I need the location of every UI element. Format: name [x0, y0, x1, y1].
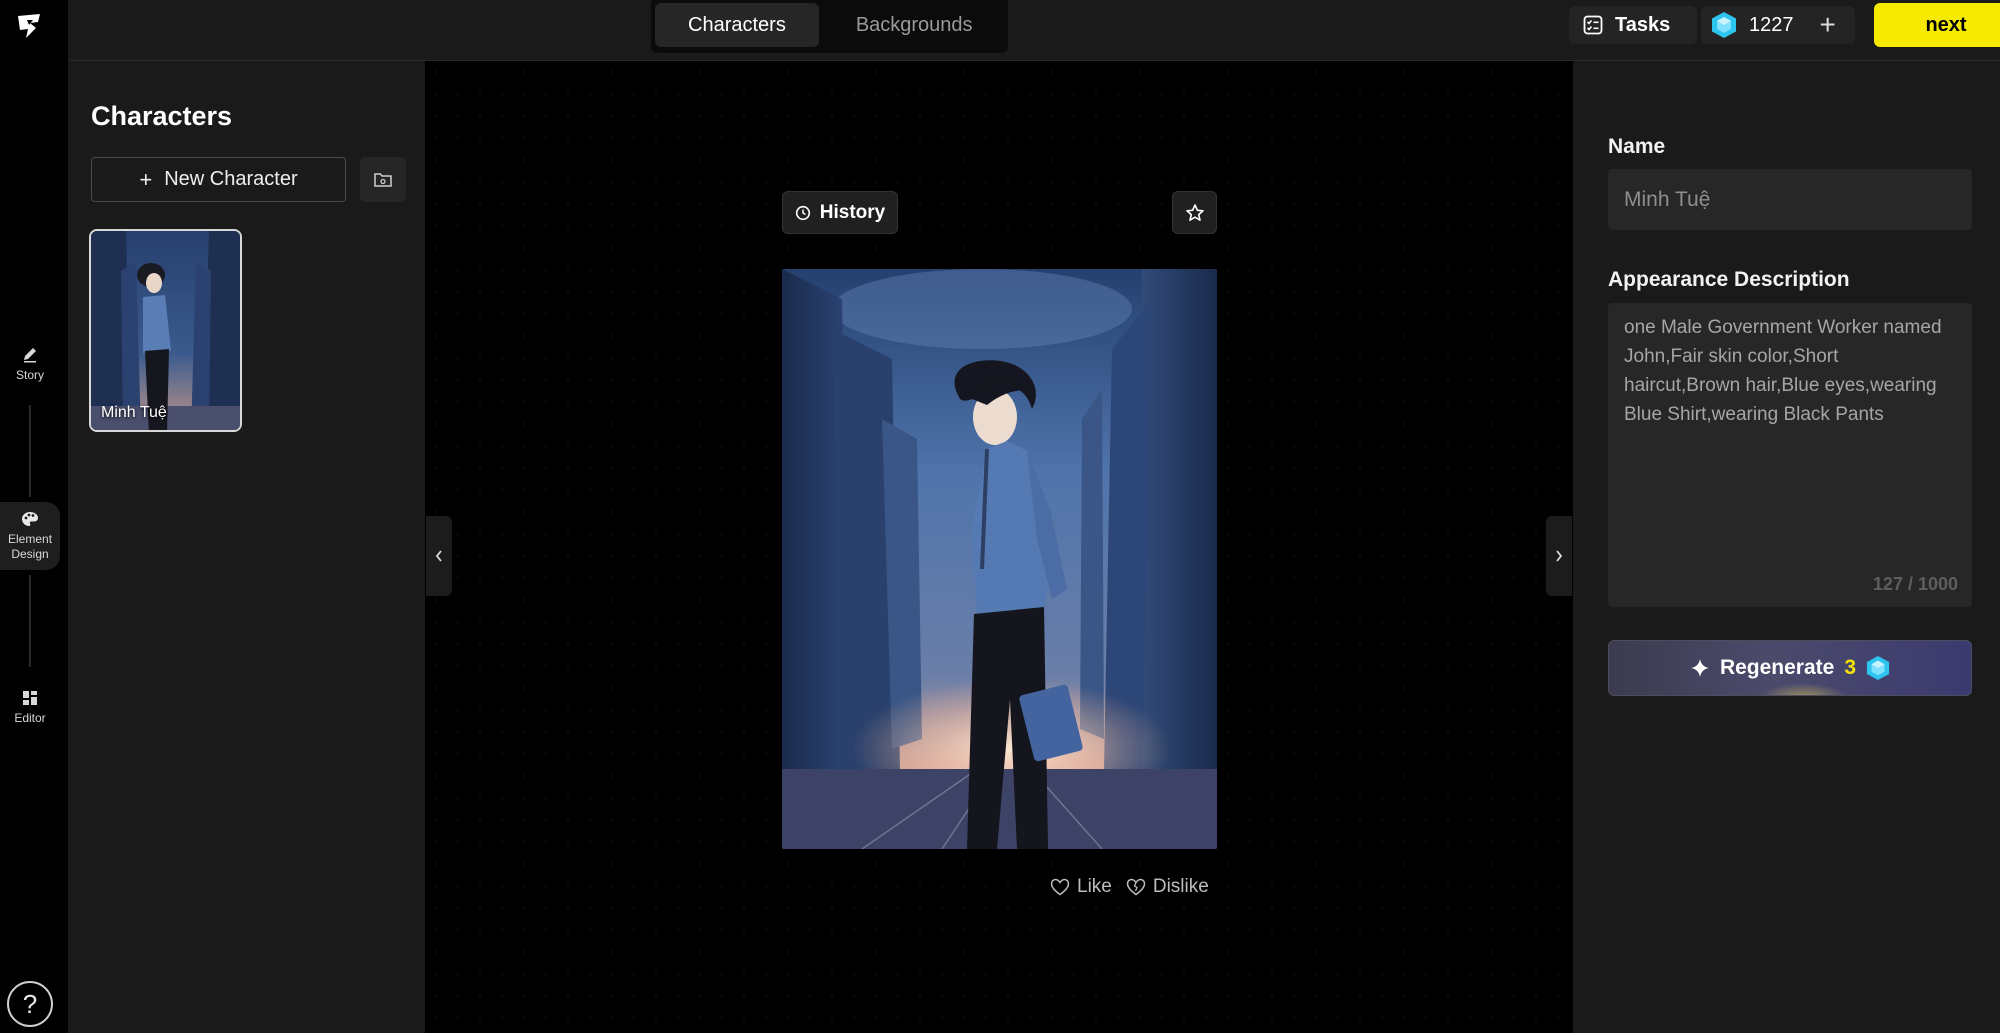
- folder-button[interactable]: [360, 157, 406, 202]
- favorite-button[interactable]: [1172, 191, 1217, 234]
- button-glow: [1759, 683, 1849, 695]
- regenerate-button[interactable]: Regenerate 3: [1608, 640, 1972, 696]
- history-label: History: [819, 201, 886, 223]
- rail-item-editor[interactable]: Editor: [0, 689, 60, 725]
- palette-icon: [22, 512, 38, 526]
- new-character-label: New Character: [164, 168, 298, 190]
- tab-backgrounds[interactable]: Backgrounds: [823, 3, 1006, 47]
- sparkle-icon: [1690, 659, 1709, 677]
- regenerate-cost: 3: [1844, 656, 1857, 679]
- app-logo-icon[interactable]: [14, 10, 46, 42]
- history-button[interactable]: History: [782, 191, 898, 234]
- tasks-icon: [1583, 15, 1603, 35]
- gem-icon: [1712, 12, 1736, 38]
- credits-display: 1227 +: [1701, 6, 1855, 44]
- top-bar: Characters Backgrounds Tasks 1227 + next: [68, 0, 2000, 61]
- dislike-button[interactable]: Dislike: [1126, 876, 1209, 898]
- character-thumbnail: [91, 231, 240, 430]
- appearance-text: one Male Government Worker named John,Fa…: [1624, 317, 1942, 425]
- mode-tabs: Characters Backgrounds: [651, 0, 1008, 53]
- character-count: 127 / 1000: [1872, 574, 1958, 594]
- left-rail: Story Element Design Editor ?: [0, 0, 68, 1033]
- like-label: Like: [1077, 876, 1112, 897]
- details-panel: Name Appearance Description one Male Gov…: [1573, 61, 2000, 1033]
- rail-item-story[interactable]: Story: [0, 346, 60, 382]
- help-button[interactable]: ?: [7, 981, 53, 1027]
- tasks-button[interactable]: Tasks: [1569, 6, 1697, 44]
- plus-icon: +: [139, 166, 153, 192]
- add-credits-icon[interactable]: +: [1820, 11, 1836, 39]
- characters-panel: Characters + New Character Minh Tuệ: [68, 61, 425, 1033]
- rail-divider: [29, 405, 31, 497]
- next-button[interactable]: next: [1874, 3, 2000, 47]
- feedback-bar: Like Dislike: [1050, 876, 1209, 898]
- regenerate-label: Regenerate: [1719, 656, 1835, 679]
- broken-heart-icon: [1126, 878, 1146, 896]
- panel-title: Characters: [91, 101, 233, 131]
- tasks-label: Tasks: [1615, 13, 1671, 36]
- new-character-button[interactable]: + New Character: [91, 157, 346, 202]
- appearance-textarea[interactable]: one Male Government Worker named John,Fa…: [1608, 303, 1972, 607]
- pencil-icon: [24, 348, 36, 363]
- folder-icon: [374, 172, 392, 187]
- appearance-label: Appearance Description: [1608, 268, 1850, 291]
- character-name: Minh Tuệ: [101, 404, 167, 421]
- chevron-left-icon: [435, 550, 442, 562]
- character-card[interactable]: Minh Tuệ: [89, 229, 242, 432]
- character-illustration: [782, 269, 1217, 849]
- rail-item-element-design[interactable]: Element Design: [0, 502, 60, 570]
- collapse-right-button[interactable]: [1546, 516, 1572, 596]
- collapse-left-button[interactable]: [426, 516, 452, 596]
- character-preview-image: [782, 269, 1217, 849]
- like-button[interactable]: Like: [1050, 876, 1112, 898]
- dislike-label: Dislike: [1152, 876, 1209, 897]
- clock-icon: [795, 205, 810, 220]
- rail-item-label: Editor: [14, 711, 46, 725]
- star-icon: [1185, 203, 1204, 221]
- rail-item-label: Element Design: [8, 532, 53, 561]
- chevron-right-icon: [1556, 550, 1563, 562]
- gem-icon: [1866, 656, 1890, 680]
- rail-item-label: Story: [15, 368, 44, 382]
- name-field[interactable]: [1608, 169, 1972, 230]
- layout-icon: [23, 691, 37, 705]
- name-label: Name: [1608, 135, 1666, 158]
- rail-divider: [29, 575, 31, 667]
- tab-characters[interactable]: Characters: [655, 3, 819, 47]
- heart-icon: [1050, 878, 1070, 896]
- credits-count: 1227: [1749, 13, 1794, 36]
